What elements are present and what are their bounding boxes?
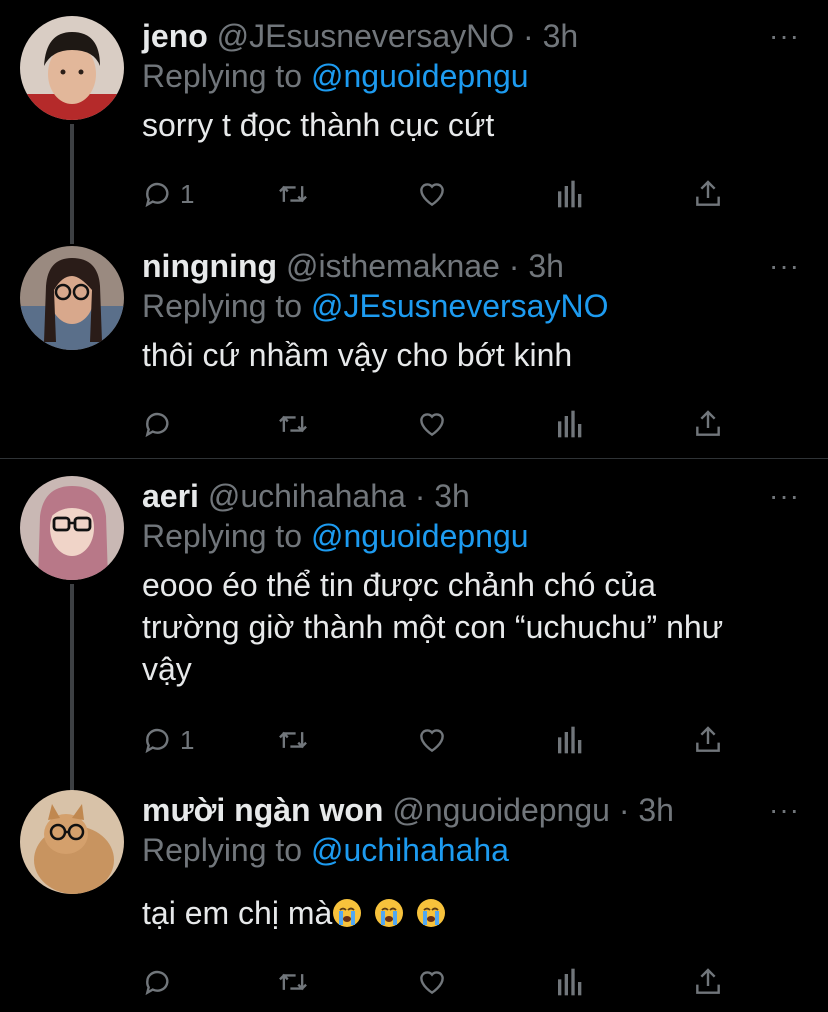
replying-label: Replying to [142,518,303,554]
replying-to-link[interactable]: @nguoidepngu [311,518,529,554]
analytics-icon [558,726,582,754]
thread-line [70,124,74,244]
tweet-text: eooo éo thể tin được chảnh chó của trườn… [142,567,724,687]
share-icon [696,726,720,752]
replying-label: Replying to [142,288,303,324]
analytics-button[interactable] [555,404,585,444]
handle[interactable]: @nguoidepngu [392,792,610,828]
timestamp[interactable]: 3h [434,478,470,514]
avatar[interactable] [20,790,124,894]
replying-label: Replying to [142,58,303,94]
retweet-button[interactable] [276,174,310,214]
share-button[interactable] [692,720,724,760]
like-button[interactable] [416,962,448,1002]
reply-button[interactable] [142,404,180,444]
separator: · [414,478,426,514]
share-icon [696,180,720,206]
tweet-text: sorry t đọc thành cục cứt [142,107,495,143]
tweet-text: thôi cứ nhầm vậy cho bớt kinh [142,337,573,373]
separator: · [523,18,534,54]
action-bar [142,404,742,444]
replying-to-link[interactable]: @JEsusneversayNO [311,288,608,324]
timestamp[interactable]: 3h [543,18,579,54]
analytics-icon [558,968,582,996]
replying-to-link[interactable]: @uchihahaha [311,832,509,868]
replying-to-line: Replying to @nguoidepngu [142,56,804,96]
reply-count: 1 [180,178,195,209]
analytics-icon [558,410,582,438]
like-button[interactable] [416,720,448,760]
avatar[interactable] [20,476,124,580]
like-button[interactable] [416,174,448,214]
heart-icon [420,971,444,995]
replying-to-line: Replying to @JEsusneversayNO [142,286,804,326]
reply-icon [145,728,169,754]
replying-to-link[interactable]: @nguoidepngu [311,58,529,94]
retweet-icon [279,731,307,749]
display-name[interactable]: jeno [142,18,208,54]
reply-button[interactable] [142,962,180,1002]
share-button[interactable] [692,174,724,214]
reply-count: 1 [180,724,195,755]
replying-to-line: Replying to @uchihahaha [142,830,804,870]
display-name[interactable]: mười ngàn won [142,792,383,828]
retweet-icon [279,973,307,991]
retweet-button[interactable] [276,962,310,1002]
action-bar: 1 [142,174,742,214]
analytics-button[interactable] [555,174,585,214]
like-button[interactable] [416,404,448,444]
analytics-button[interactable] [555,720,585,760]
reply-icon [145,970,169,996]
analytics-button[interactable] [555,962,585,1002]
replying-label: Replying to [142,832,303,868]
loudly-crying-face-emoji [417,899,446,927]
tweet-jeno[interactable]: ··· jeno @JEsusneversayNO · 3h Replying … [0,0,828,244]
reply-icon [145,182,169,208]
heart-icon [420,413,444,437]
display-name[interactable]: aeri [142,478,199,514]
tweet-text: tại em chị mà [142,895,333,931]
tweet-muoi-ngan-won[interactable]: ··· mười ngàn won @nguoidepngu · 3h Repl… [0,776,828,1012]
retweet-button[interactable] [276,720,310,760]
share-button[interactable] [692,404,724,444]
action-bar: 1 [142,720,742,760]
share-button[interactable] [692,962,724,1002]
thread-divider [0,458,828,459]
handle[interactable]: @JEsusneversayNO [217,18,514,54]
loudly-crying-face-emoji [333,899,362,927]
action-bar [142,962,742,1002]
reply-icon [145,412,169,438]
timestamp[interactable]: 3h [638,792,674,828]
display-name[interactable]: ningning [142,248,277,284]
retweet-icon [279,185,307,203]
replying-to-line: Replying to @nguoidepngu [142,516,804,556]
handle[interactable]: @uchihahaha [208,478,406,514]
share-icon [696,968,720,994]
avatar[interactable] [20,16,124,120]
tweet-text-row: tại em chị mà [142,892,804,934]
separator: · [618,792,630,828]
heart-icon [420,729,444,753]
loudly-crying-face-emoji [375,899,404,927]
avatar[interactable] [20,246,124,350]
tweet-ningning[interactable]: ··· ningning @isthemaknae · 3h Replying … [0,230,828,458]
thread-line [70,584,74,794]
analytics-icon [558,180,582,208]
separator: · [508,248,520,284]
reply-button[interactable]: 1 [142,720,194,760]
retweet-icon [279,415,307,433]
heart-icon [420,183,444,207]
tweet-aeri[interactable]: ··· aeri @uchihahaha · 3h Replying to @n… [0,460,828,794]
reply-button[interactable]: 1 [142,174,194,214]
share-icon [696,410,720,436]
handle[interactable]: @isthemaknae [286,248,500,284]
retweet-button[interactable] [276,404,310,444]
timestamp[interactable]: 3h [528,248,564,284]
